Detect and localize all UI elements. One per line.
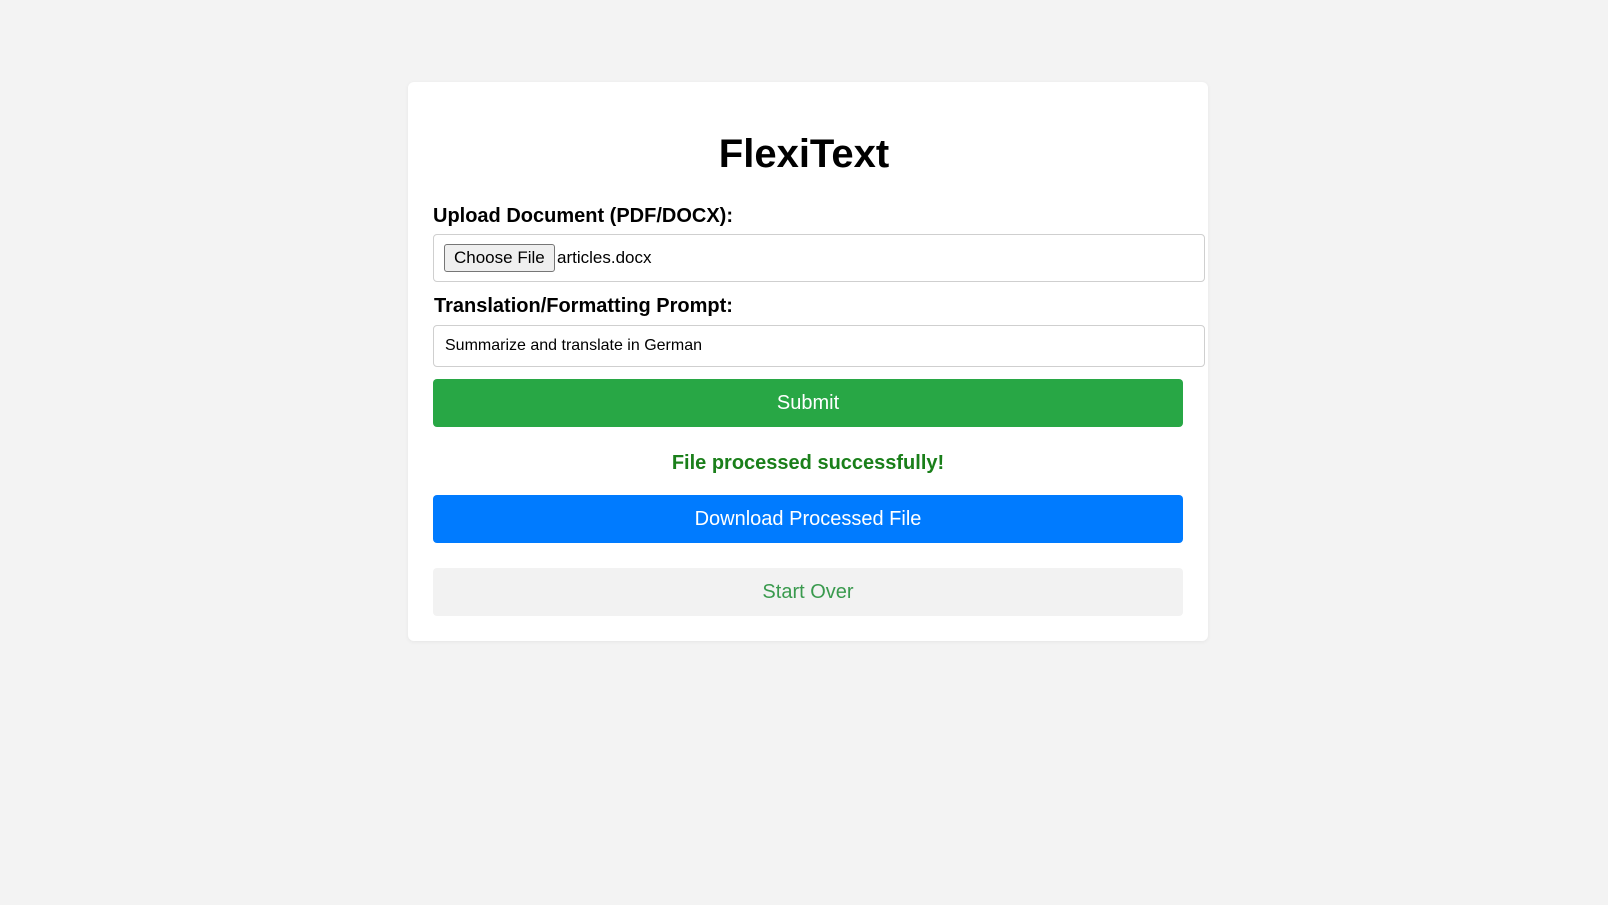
download-button[interactable]: Download Processed File [433,495,1183,543]
upload-label: Upload Document (PDF/DOCX): [433,205,733,227]
status-message: File processed successfully! [671,452,945,474]
page-title: FlexiText [718,132,890,176]
prompt-label: Translation/Formatting Prompt: [434,295,733,317]
prompt-input[interactable] [433,325,1205,367]
selected-file-name: articles.docx [557,248,652,267]
choose-file-button[interactable]: Choose File [444,244,555,272]
start-over-button[interactable]: Start Over [433,568,1183,616]
file-upload-field[interactable]: Choose File articles.docx [433,234,1205,282]
submit-button[interactable]: Submit [433,379,1183,427]
